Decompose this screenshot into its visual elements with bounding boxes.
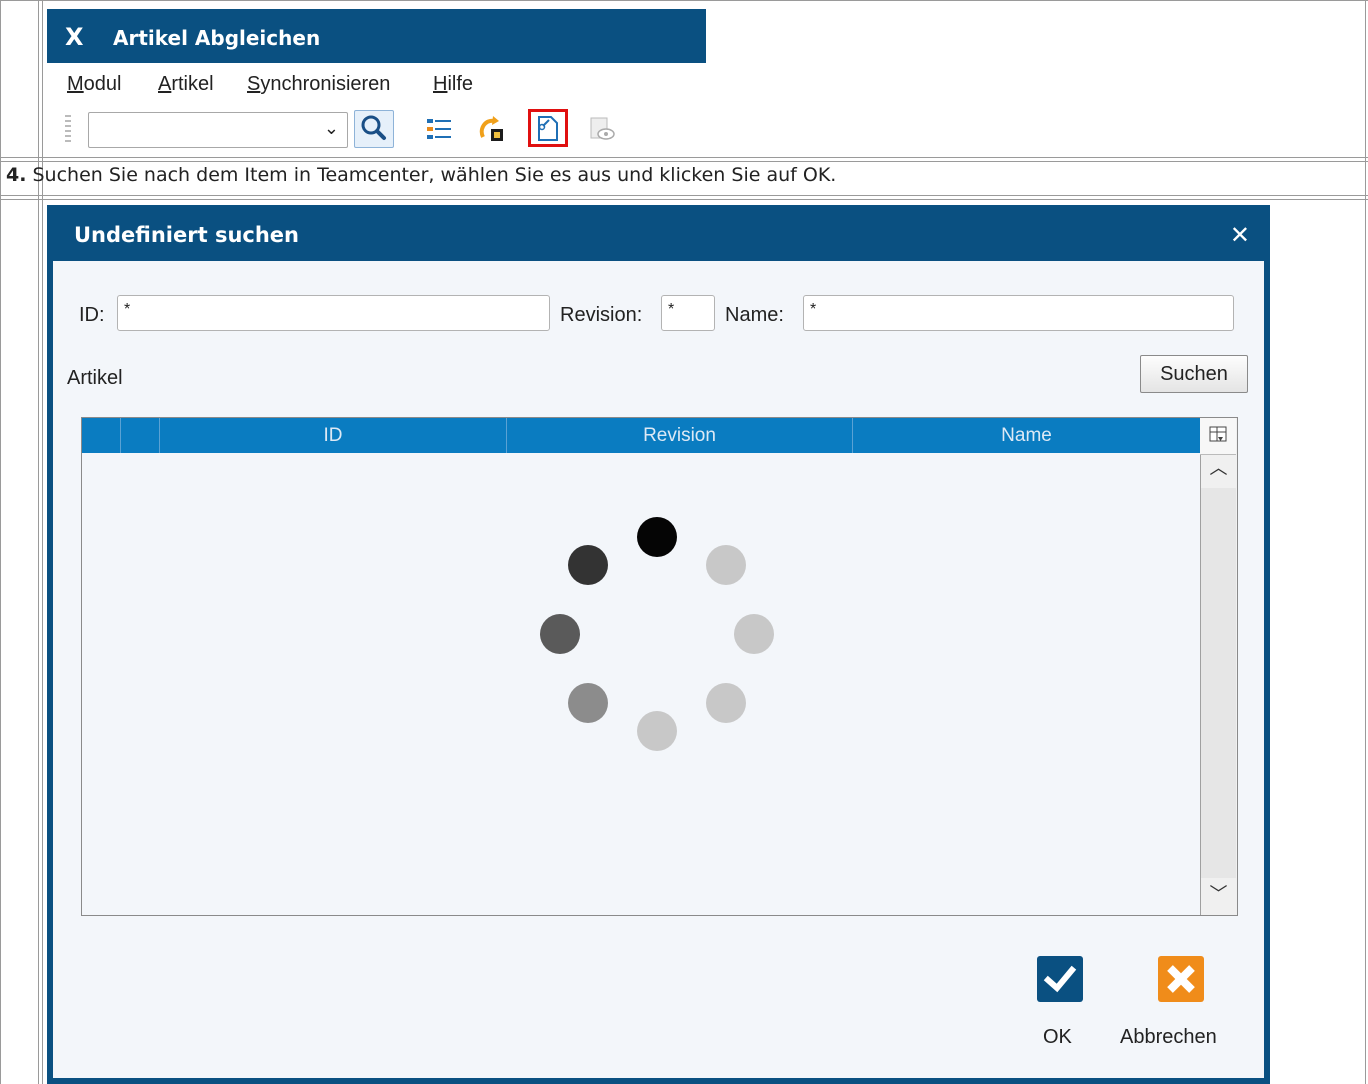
spinner-dot bbox=[734, 614, 774, 654]
toolbar-grip-icon[interactable] bbox=[65, 115, 71, 145]
search-icon bbox=[361, 115, 386, 140]
ok-button[interactable]: OK bbox=[1043, 1026, 1072, 1049]
search-combobox[interactable]: ⌄ bbox=[88, 112, 348, 148]
artikel-abgleichen-window: X Artikel Abgleichen Modul Artikel Synch… bbox=[47, 9, 706, 157]
search-button[interactable] bbox=[354, 110, 394, 148]
close-icon[interactable]: ✕ bbox=[1230, 221, 1250, 249]
view-icon bbox=[590, 117, 615, 140]
abbrechen-button[interactable]: Abbrechen bbox=[1120, 1026, 1217, 1049]
scroll-up-icon[interactable]: ︿ bbox=[1201, 454, 1236, 488]
menu-bar: Modul Artikel Synchronisieren Hilfe bbox=[47, 73, 706, 99]
menu-artikel[interactable]: Artikel bbox=[158, 73, 214, 96]
menu-synchronisieren[interactable]: Synchronisieren bbox=[247, 73, 390, 96]
ok-check-icon[interactable] bbox=[1037, 956, 1083, 1002]
column-chooser-icon[interactable] bbox=[1200, 418, 1236, 455]
spinner-dot bbox=[637, 517, 677, 557]
menu-hilfe[interactable]: Hilfe bbox=[433, 73, 473, 96]
toolbar: ⌄ bbox=[47, 109, 706, 153]
id-input[interactable]: * bbox=[117, 295, 550, 331]
step-number: 4. bbox=[6, 164, 27, 186]
spinner-dot bbox=[568, 683, 608, 723]
name-label: Name: bbox=[725, 304, 784, 326]
window-titlebar: X Artikel Abgleichen bbox=[47, 9, 706, 63]
column-header-name[interactable]: Name bbox=[853, 418, 1200, 453]
table-header: ID Revision Name bbox=[82, 418, 1200, 453]
scrollbar-track[interactable] bbox=[1201, 488, 1236, 878]
chevron-down-icon[interactable]: ⌄ bbox=[324, 118, 339, 139]
results-table[interactable]: ID Revision Name ︿ ﹀ bbox=[81, 417, 1238, 916]
column-header-blank bbox=[82, 418, 121, 453]
spinner-dot bbox=[637, 711, 677, 751]
column-header-blank bbox=[121, 418, 160, 453]
spinner-dot bbox=[706, 683, 746, 723]
step-instruction: 4. Suchen Sie nach dem Item in Teamcente… bbox=[6, 164, 836, 186]
spinner-dot bbox=[540, 614, 580, 654]
column-header-revision[interactable]: Revision bbox=[507, 418, 853, 453]
app-logo-icon: X bbox=[65, 23, 84, 51]
vertical-scrollbar[interactable]: ︿ ﹀ bbox=[1200, 418, 1237, 915]
section-label-artikel: Artikel bbox=[67, 367, 123, 389]
scroll-down-icon[interactable]: ﹀ bbox=[1201, 880, 1236, 914]
cancel-x-icon[interactable] bbox=[1158, 956, 1204, 1002]
window-title: Artikel Abgleichen bbox=[113, 26, 321, 50]
sync-icon[interactable] bbox=[477, 115, 505, 143]
spinner-dot bbox=[568, 545, 608, 585]
dialog-title: Undefiniert suchen bbox=[74, 223, 299, 247]
step-text: Suchen Sie nach dem Item in Teamcenter, … bbox=[26, 164, 837, 186]
id-label: ID: bbox=[79, 304, 105, 326]
name-input[interactable]: * bbox=[803, 295, 1234, 331]
search-dialog: Undefiniert suchen ✕ ID: * Revision: * N… bbox=[47, 205, 1270, 1084]
menu-modul[interactable]: Modul bbox=[67, 73, 121, 96]
spinner-dot bbox=[706, 545, 746, 585]
highlight-box bbox=[528, 109, 568, 147]
revision-label: Revision: bbox=[560, 304, 643, 326]
revision-input[interactable]: * bbox=[661, 295, 715, 331]
suchen-button[interactable]: Suchen bbox=[1140, 355, 1248, 393]
column-header-id[interactable]: ID bbox=[160, 418, 507, 453]
list-icon[interactable] bbox=[425, 115, 453, 143]
dialog-body: ID: * Revision: * Name: * Artikel Suchen… bbox=[53, 261, 1264, 1078]
